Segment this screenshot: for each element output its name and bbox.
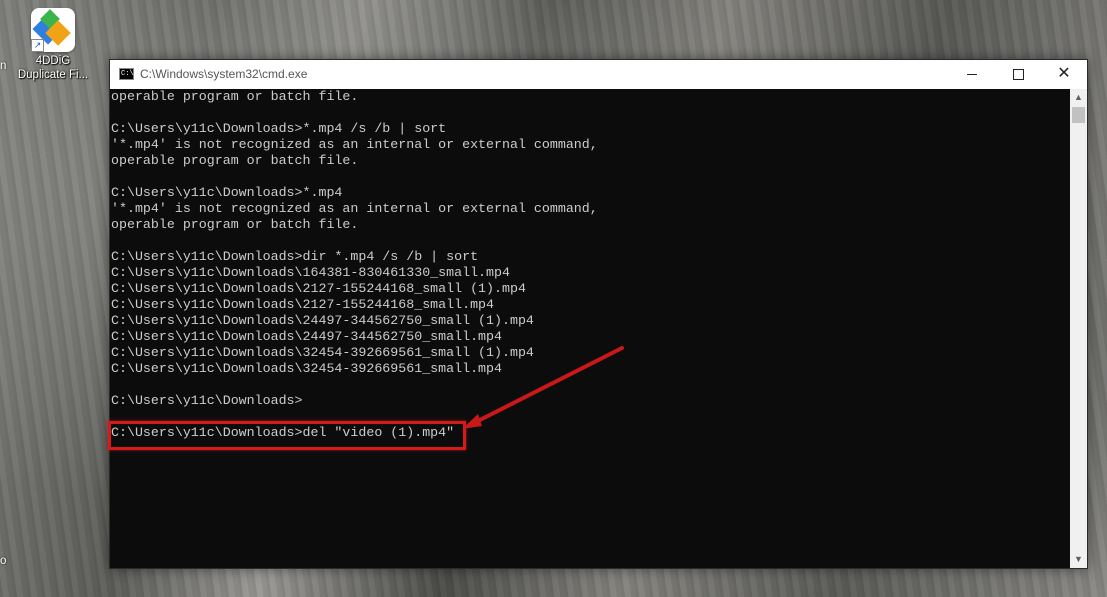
scroll-up-arrow-icon[interactable]: ▲ (1070, 89, 1087, 106)
desktop-shortcut-label: 4DDiG Duplicate Fi... (14, 54, 92, 82)
title-bar[interactable]: C:\ C:\Windows\system32\cmd.exe ✕ (110, 60, 1087, 89)
console-line: C:\Users\y11c\Downloads>dir *.mp4 /s /b … (111, 249, 479, 264)
console-line: C:\Users\y11c\Downloads>*.mp4 /s /b | so… (111, 121, 447, 136)
console-line: C:\Users\y11c\Downloads> (111, 393, 303, 408)
console-line: C:\Users\y11c\Downloads\2127-155244168_s… (111, 297, 495, 312)
console-line: C:\Users\y11c\Downloads\32454-392669561_… (111, 345, 534, 360)
maximize-icon (1013, 69, 1024, 80)
window-title: C:\Windows\system32\cmd.exe (140, 67, 308, 81)
vertical-scrollbar[interactable]: ▲ ▼ (1070, 89, 1087, 568)
console-output[interactable]: operable program or batch file. C:\Users\… (110, 89, 1072, 568)
console-line: C:\Users\y11c\Downloads\2127-155244168_s… (111, 281, 526, 296)
maximize-button[interactable] (995, 60, 1041, 89)
minimize-icon (967, 74, 977, 75)
console-line: operable program or batch file. (111, 217, 359, 232)
highlight-box (108, 421, 466, 450)
console-line: C:\Users\y11c\Downloads\24497-344562750_… (111, 329, 502, 344)
close-button[interactable]: ✕ (1041, 60, 1087, 89)
cmd-icon[interactable]: C:\ (119, 68, 134, 80)
console-line: operable program or batch file. (111, 153, 359, 168)
scroll-down-arrow-icon[interactable]: ▼ (1070, 551, 1087, 568)
scrollbar-thumb[interactable] (1072, 107, 1085, 123)
4ddig-app-icon: ↗ (31, 8, 75, 52)
desktop-shortcut-label-line1: 4DDiG (35, 55, 71, 67)
console-line: operable program or batch file. (111, 89, 359, 104)
console-line: '*.mp4' is not recognized as an internal… (111, 201, 598, 216)
desktop-shortcut-label-line2: Duplicate Fi... (17, 69, 89, 81)
close-icon: ✕ (1057, 65, 1071, 82)
desktop-edge-label-bottom: o (0, 555, 7, 567)
cmd-window[interactable]: C:\ C:\Windows\system32\cmd.exe ✕ operab… (109, 59, 1088, 569)
console-line: C:\Users\y11c\Downloads\32454-392669561_… (111, 361, 502, 376)
desktop-edge-label: n (0, 60, 7, 72)
console-line: '*.mp4' is not recognized as an internal… (111, 137, 598, 152)
minimize-button[interactable] (949, 60, 995, 89)
console-line: C:\Users\y11c\Downloads\164381-830461330… (111, 265, 510, 280)
console-line: C:\Users\y11c\Downloads>*.mp4 (111, 185, 343, 200)
console-line: C:\Users\y11c\Downloads\24497-344562750_… (111, 313, 534, 328)
desktop-shortcut-4ddig[interactable]: ↗ 4DDiG Duplicate Fi... (14, 8, 92, 82)
shortcut-arrow-icon: ↗ (31, 39, 44, 52)
